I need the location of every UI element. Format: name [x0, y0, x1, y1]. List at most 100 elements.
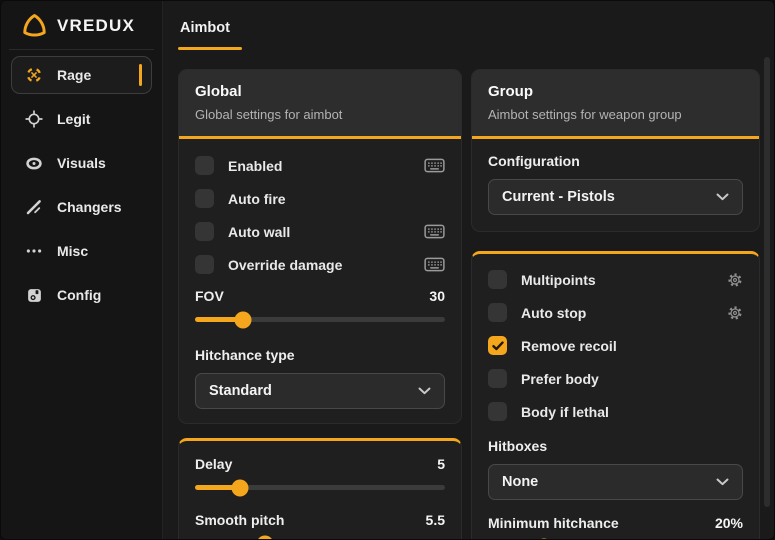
knife-icon	[25, 198, 43, 216]
gear-icon[interactable]	[721, 272, 743, 288]
hitchance-type-label: Hitchance type	[195, 347, 445, 363]
sidebar-item-rage[interactable]: Rage	[11, 56, 152, 94]
tab-label: Aimbot	[178, 14, 242, 42]
sidebar-item-visuals[interactable]: Visuals	[11, 144, 152, 182]
slider-label: Minimum hitchance	[488, 515, 619, 531]
slider-thumb[interactable]	[536, 538, 553, 539]
app-title: VREDUX	[57, 16, 135, 36]
checkbox-label: Override damage	[228, 257, 409, 273]
row-body-if-lethal: Body if lethal	[488, 395, 743, 428]
sidebar-item-legit[interactable]: Legit	[11, 100, 152, 138]
panel-subtitle: Global settings for aimbot	[195, 107, 445, 122]
slider-value: 30	[429, 288, 445, 304]
slider-value: 5.5	[426, 512, 445, 528]
app-window: VREDUX Rage Legit	[0, 0, 775, 540]
vertical-scrollbar[interactable]	[764, 57, 770, 507]
checkbox-label: Multipoints	[521, 272, 707, 288]
sidebar-item-label: Config	[57, 287, 138, 303]
vredux-knot-logo-icon	[21, 12, 48, 39]
chevron-down-icon	[418, 387, 431, 395]
sidebar-item-label: Changers	[57, 199, 138, 215]
checkbox-label: Enabled	[228, 158, 409, 174]
sidebar-item-misc[interactable]: Misc	[11, 232, 152, 270]
global-panel-header: Global Global settings for aimbot	[179, 70, 461, 139]
hitboxes-label: Hitboxes	[488, 438, 743, 454]
tab-aimbot[interactable]: Aimbot	[178, 14, 242, 50]
panel-title: Group	[488, 83, 743, 100]
row-remove-recoil: Remove recoil	[488, 329, 743, 362]
sidebar: VREDUX Rage Legit	[1, 1, 163, 539]
row-enabled: Enabled	[195, 149, 445, 182]
logo: VREDUX	[1, 1, 162, 49]
checkbox-label: Body if lethal	[521, 404, 707, 420]
override-damage-checkbox[interactable]	[195, 255, 214, 274]
auto-stop-checkbox[interactable]	[488, 303, 507, 322]
legit-crosshair-icon	[25, 110, 43, 128]
tab-active-underline	[178, 47, 242, 50]
ellipsis-icon	[25, 242, 43, 260]
prefer-body-checkbox[interactable]	[488, 369, 507, 388]
hitchance-type-dropdown[interactable]: Standard	[195, 373, 445, 409]
check-icon	[492, 341, 504, 351]
rage-crosshair-icon	[25, 66, 43, 84]
auto-wall-checkbox[interactable]	[195, 222, 214, 241]
keyboard-hotkey-icon[interactable]	[423, 158, 445, 173]
slider-thumb[interactable]	[257, 535, 274, 539]
enabled-checkbox[interactable]	[195, 156, 214, 175]
sidebar-item-config[interactable]: Config	[11, 276, 152, 314]
delay-slider[interactable]	[195, 485, 445, 490]
sidebar-divider	[9, 49, 154, 50]
row-prefer-body: Prefer body	[488, 362, 743, 395]
slider-label: Delay	[195, 456, 232, 472]
group-settings-panel: Multipoints Auto stop	[471, 251, 760, 539]
keyboard-hotkey-icon[interactable]	[423, 257, 445, 272]
gear-icon[interactable]	[721, 305, 743, 321]
aim-tuning-panel: Delay 5 Smooth pitch 5.5	[178, 438, 462, 539]
eye-icon	[25, 154, 43, 172]
main-content: Aimbot Global Global settings for aimbot…	[163, 1, 774, 539]
save-disk-icon	[25, 286, 43, 304]
delay-slider-row: Delay 5	[195, 449, 445, 505]
row-auto-fire: Auto fire	[195, 182, 445, 215]
sidebar-item-label: Legit	[57, 111, 138, 127]
configuration-label: Configuration	[488, 153, 743, 169]
row-multipoints: Multipoints	[488, 263, 743, 296]
slider-value: 5	[437, 456, 445, 472]
keyboard-hotkey-icon[interactable]	[423, 224, 445, 239]
dropdown-value: Standard	[209, 383, 272, 399]
body-if-lethal-checkbox[interactable]	[488, 402, 507, 421]
checkbox-label: Auto fire	[228, 191, 409, 207]
row-auto-stop: Auto stop	[488, 296, 743, 329]
slider-thumb[interactable]	[232, 479, 249, 496]
slider-value: 20%	[715, 515, 743, 531]
sidebar-item-label: Misc	[57, 243, 138, 259]
sidebar-item-label: Visuals	[57, 155, 138, 171]
sidebar-item-changers[interactable]: Changers	[11, 188, 152, 226]
chevron-down-icon	[716, 478, 729, 486]
min-hitchance-slider-row: Minimum hitchance 20%	[488, 508, 743, 539]
fov-slider-row: FOV 30	[195, 281, 445, 337]
panel-title: Global	[195, 83, 445, 100]
checkbox-label: Auto wall	[228, 224, 409, 240]
panel-subtitle: Aimbot settings for weapon group	[488, 107, 743, 122]
row-auto-wall: Auto wall	[195, 215, 445, 248]
configuration-dropdown[interactable]: Current - Pistols	[488, 179, 743, 215]
auto-fire-checkbox[interactable]	[195, 189, 214, 208]
chevron-down-icon	[716, 193, 729, 201]
dropdown-value: None	[502, 474, 538, 490]
dropdown-value: Current - Pistols	[502, 189, 615, 205]
multipoints-checkbox[interactable]	[488, 270, 507, 289]
group-panel: Group Aimbot settings for weapon group C…	[471, 69, 760, 232]
checkbox-label: Auto stop	[521, 305, 707, 321]
row-override-damage: Override damage	[195, 248, 445, 281]
smooth-pitch-slider-row: Smooth pitch 5.5	[195, 505, 445, 539]
slider-label: Smooth pitch	[195, 512, 284, 528]
remove-recoil-checkbox[interactable]	[488, 336, 507, 355]
slider-thumb[interactable]	[234, 311, 251, 328]
fov-slider[interactable]	[195, 317, 445, 322]
hitboxes-dropdown[interactable]: None	[488, 464, 743, 500]
slider-label: FOV	[195, 288, 224, 304]
checkbox-label: Prefer body	[521, 371, 707, 387]
group-panel-header: Group Aimbot settings for weapon group	[472, 70, 759, 139]
checkbox-label: Remove recoil	[521, 338, 707, 354]
